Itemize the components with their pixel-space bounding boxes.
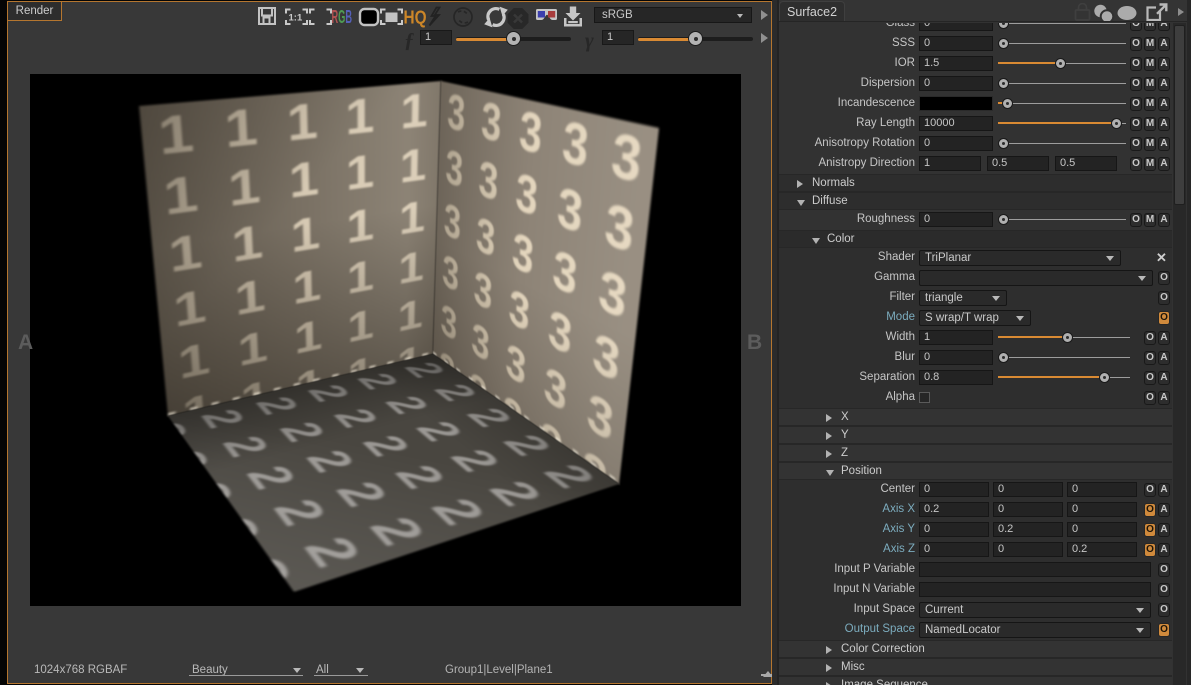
svg-text:RGB: RGB: [332, 7, 353, 27]
svg-text:1:1: 1:1: [289, 13, 303, 24]
svg-text:HQ: HQ: [404, 8, 427, 28]
